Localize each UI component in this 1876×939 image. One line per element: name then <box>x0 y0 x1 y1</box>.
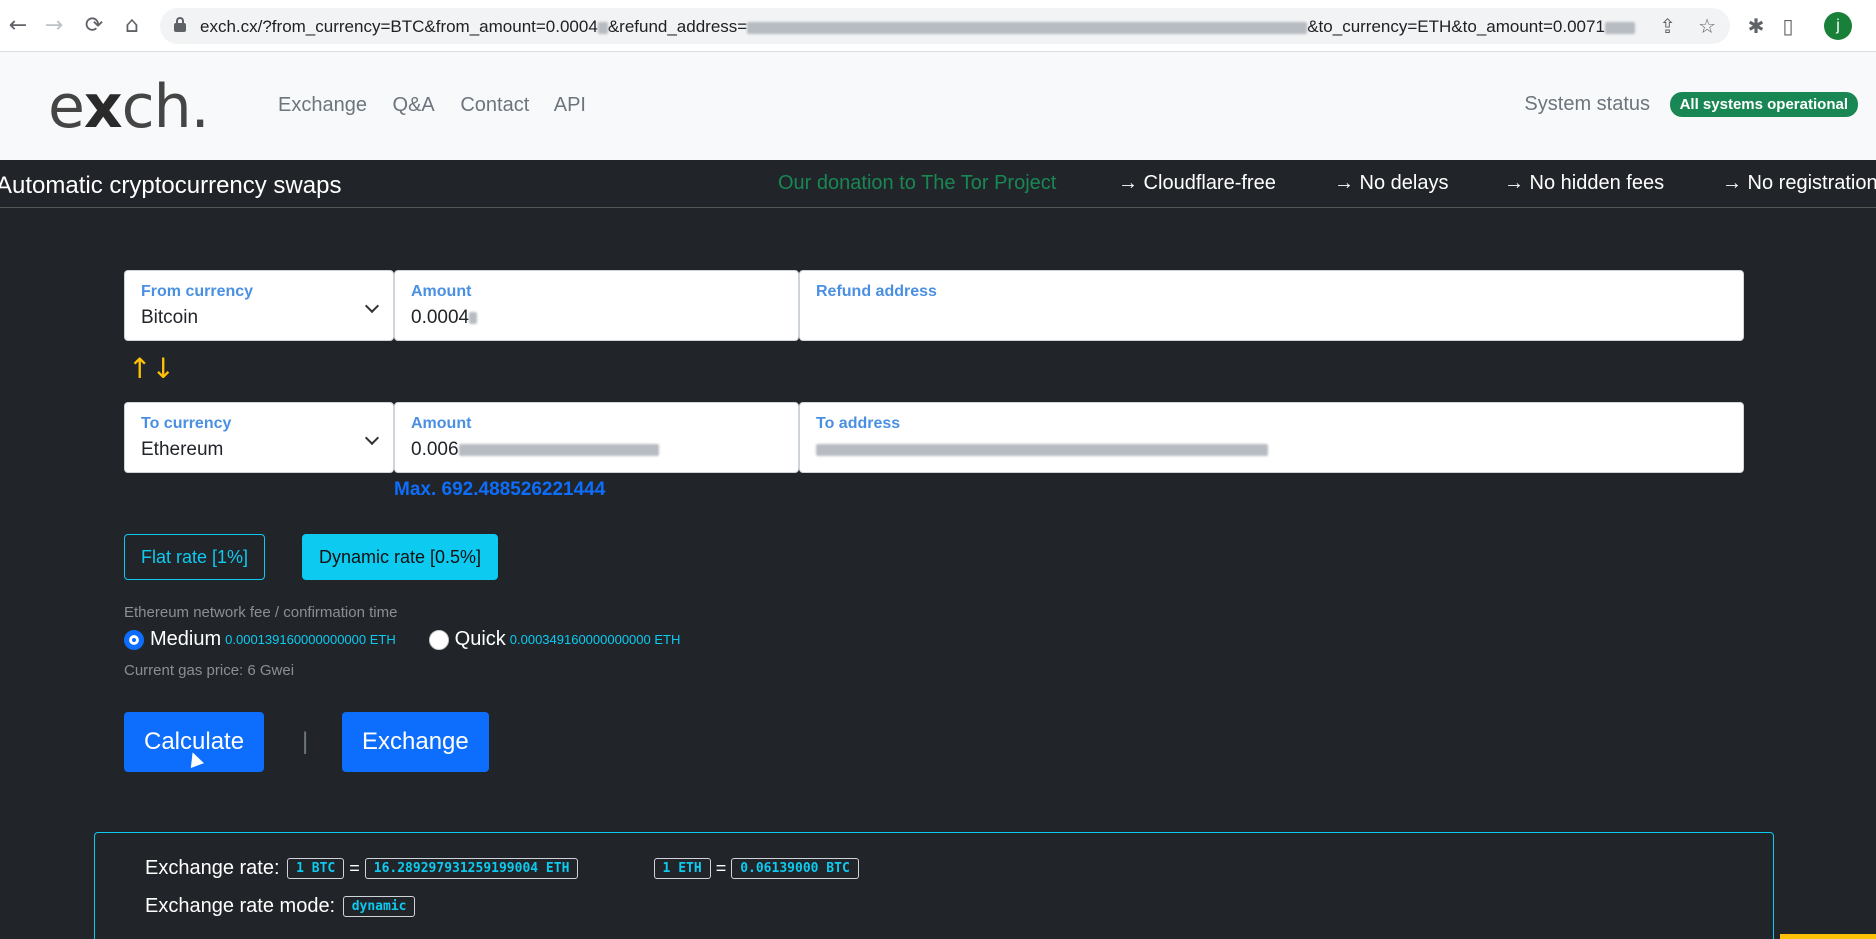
equals-sign: = <box>715 858 727 879</box>
max-amount[interactable]: Max. 692.488526221444 <box>394 479 605 501</box>
to-currency-label: To currency <box>141 415 232 432</box>
medium-label[interactable]: Medium <box>150 628 221 650</box>
exchange-rate-line: Exchange rate: 1 BTC = 16.2892979312591990… <box>145 857 861 880</box>
corner-decoration <box>1780 934 1876 939</box>
lock-icon[interactable] <box>174 17 186 33</box>
chevron-down-icon <box>364 430 380 446</box>
address-bar[interactable]: exch.cx/?from_currency=BTC&from_amount=0… <box>160 8 1730 44</box>
to-amount-value: 0.006 <box>411 439 659 461</box>
nav-exchange[interactable]: Exchange <box>278 94 367 116</box>
equals-sign: = <box>349 858 360 879</box>
from-amount-value: 0.0004 <box>411 307 478 329</box>
to-address-value <box>816 439 1268 461</box>
dynamic-rate-button[interactable]: Dynamic rate [0.5%] <box>302 534 499 580</box>
refund-address-label: Refund address <box>816 283 937 300</box>
url-text: exch.cx/?from_currency=BTC&from_amount=0… <box>200 17 1635 37</box>
button-separator: | <box>302 728 309 755</box>
blurred-text <box>816 443 1268 456</box>
reload-icon[interactable]: ⟳ <box>78 10 110 42</box>
amount-text: 0.0004 <box>411 307 470 328</box>
back-icon[interactable]: ← <box>2 10 34 42</box>
to-amount-label: Amount <box>411 415 472 432</box>
quick-radio[interactable] <box>428 629 449 650</box>
to-currency-select[interactable]: To currency Ethereum <box>124 402 394 473</box>
donation-link[interactable]: Our donation to The Tor Project <box>778 172 1056 195</box>
btc-in-eth: 16.289297931259199004 ETH <box>364 858 579 880</box>
extensions-icon[interactable]: ✱ <box>1740 10 1772 42</box>
main-nav: Exchange Q&A Contact API <box>278 94 606 117</box>
feature-no-fees: → No hidden fees <box>1504 172 1665 194</box>
logo-part: e <box>48 72 85 142</box>
browser-toolbar: ← → ⟳ ⌂ exch.cx/?from_currency=BTC&from_… <box>0 0 1876 52</box>
to-address-field[interactable]: To address <box>799 402 1744 473</box>
share-icon[interactable]: ⇪ <box>1659 14 1676 38</box>
gas-price: Current gas price: 6 Gwei <box>124 662 295 679</box>
swap-arrows-icon[interactable]: ↑↓ <box>128 352 175 385</box>
status-label: System status <box>1524 93 1651 115</box>
eth-unit: 1 ETH <box>653 858 711 880</box>
forward-icon[interactable]: → <box>38 10 70 42</box>
feature-cloudflare: → Cloudflare-free <box>1118 172 1276 194</box>
medium-fee: 0.000139160000000000 ETH <box>225 632 396 647</box>
refund-address-field[interactable]: Refund address <box>799 270 1744 341</box>
blurred-text <box>469 311 478 324</box>
medium-radio[interactable] <box>124 629 144 650</box>
flat-rate-button[interactable]: Flat rate [1%] <box>124 534 266 580</box>
blurred-text <box>458 443 659 456</box>
from-amount-field[interactable]: Amount 0.0004 <box>394 270 799 341</box>
mode-value: dynamic <box>342 896 416 918</box>
to-amount-field[interactable]: Amount 0.006 <box>394 402 799 473</box>
profile-avatar[interactable]: j <box>1824 12 1852 40</box>
logo-part: ch. <box>121 72 210 142</box>
url-mid: &refund_address= <box>607 17 748 36</box>
system-status: System status All systems operational <box>1524 92 1858 117</box>
fee-title: Ethereum network fee / confirmation time <box>124 604 398 621</box>
rate-mode-line: Exchange rate mode: dynamic <box>145 895 417 918</box>
tagline: Automatic cryptocurrency swaps <box>0 172 342 199</box>
to-currency-value: Ethereum <box>141 439 224 460</box>
nav-contact[interactable]: Contact <box>460 94 529 116</box>
quick-label[interactable]: Quick <box>455 628 506 650</box>
rate-label: Exchange rate: <box>145 857 280 879</box>
logo[interactable]: exch. <box>48 72 210 142</box>
blurred-text <box>747 21 1308 34</box>
chevron-down-icon <box>364 298 380 314</box>
eth-in-btc: 0.06139000 BTC <box>731 858 859 880</box>
to-address-label: To address <box>816 415 901 432</box>
btc-unit: 1 BTC <box>287 858 345 880</box>
url-prefix: exch.cx/?from_currency=BTC&from_amount=0… <box>200 17 598 36</box>
status-badge[interactable]: All systems operational <box>1669 92 1858 117</box>
feature-strip: Automatic cryptocurrency swaps Our donat… <box>0 160 1876 208</box>
feature-no-delays: → No delays <box>1334 172 1449 194</box>
site-header: exch. Exchange Q&A Contact API System st… <box>0 52 1876 160</box>
from-currency-select[interactable]: From currency Bitcoin <box>124 270 394 341</box>
quick-fee: 0.000349160000000000 ETH <box>509 632 681 647</box>
from-currency-label: From currency <box>141 283 254 300</box>
url-suffix: &to_currency=ETH&to_amount=0.0071 <box>1307 17 1605 36</box>
amount-text: 0.006 <box>411 439 459 460</box>
home-icon[interactable]: ⌂ <box>116 10 148 42</box>
blurred-text <box>597 21 608 34</box>
logo-part: x <box>83 72 123 142</box>
mode-label: Exchange rate mode: <box>145 895 336 917</box>
blurred-text <box>1604 21 1635 34</box>
exchange-button[interactable]: Exchange <box>342 712 489 772</box>
sidepanel-icon[interactable]: ▯ <box>1772 10 1804 42</box>
rate-panel: Exchange rate: 1 BTC = 16.2892979312591990… <box>94 832 1774 939</box>
nav-api[interactable]: API <box>554 94 586 116</box>
star-icon[interactable]: ☆ <box>1698 14 1716 38</box>
fee-options: Medium 0.000139160000000000 ETH Quick 0.00… <box>124 628 680 658</box>
feature-no-registration: → No registration <box>1722 172 1876 194</box>
from-amount-label: Amount <box>411 283 472 300</box>
nav-qa[interactable]: Q&A <box>393 94 435 116</box>
from-currency-value: Bitcoin <box>141 307 199 328</box>
